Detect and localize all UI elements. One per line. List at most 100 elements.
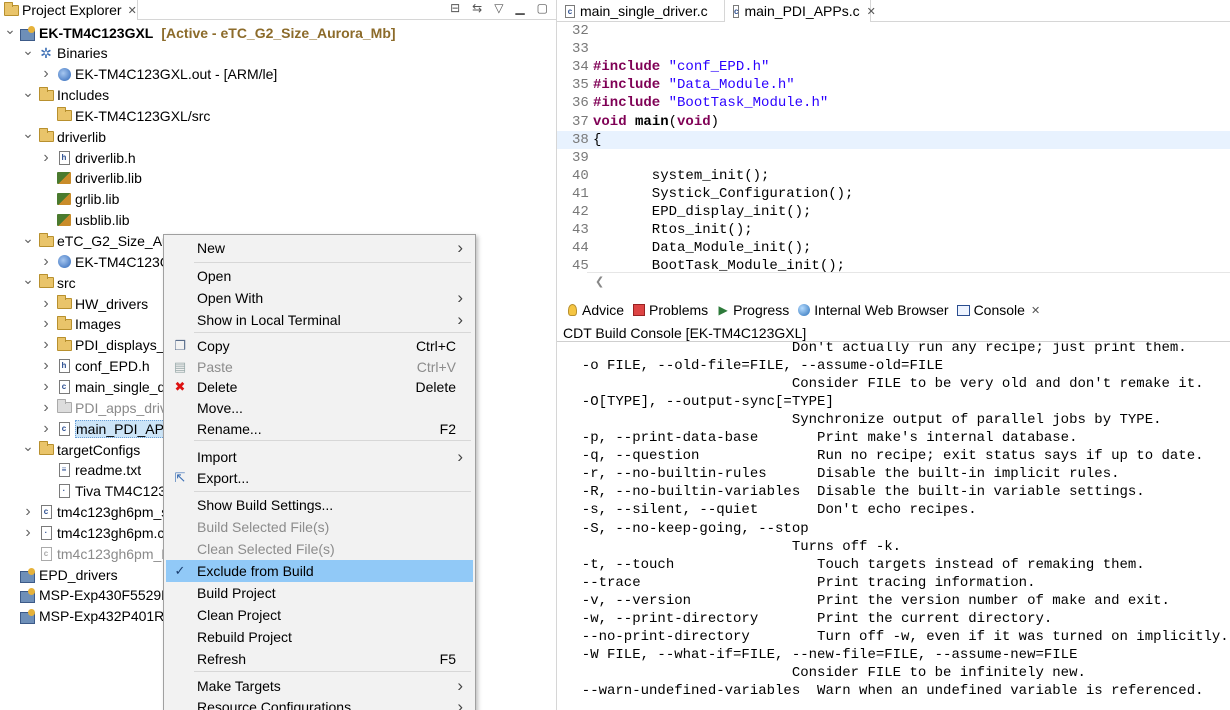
chevron-down-icon[interactable]: ⌄ — [22, 269, 34, 290]
tree-item[interactable]: › EK-TM4C123GXL.out - [ARM/le] — [40, 64, 277, 85]
menu-item-delete[interactable]: ✖ Delete Delete — [166, 376, 473, 398]
tree-item[interactable]: MSP-Exp430F5529LP — [4, 585, 178, 606]
tree-item[interactable]: › EK-TM4C123G — [40, 251, 170, 272]
chevron-right-icon[interactable]: › — [22, 502, 34, 523]
gear-glyph: ✲ — [40, 44, 52, 61]
menu-item-refresh[interactable]: Refresh F5 — [166, 648, 473, 670]
tree-item[interactable]: › Images — [40, 314, 121, 335]
chevron-right-icon[interactable]: › — [40, 418, 52, 439]
maximize-icon[interactable]: ▢ — [537, 1, 548, 15]
menu-item-make-targets[interactable]: Make Targets › — [166, 675, 473, 697]
chevron-right-icon[interactable]: › — [40, 356, 52, 377]
chevron-right-icon[interactable]: › — [40, 293, 52, 314]
tree-item[interactable]: usblib.lib — [40, 210, 129, 231]
menu-separator — [194, 332, 471, 333]
menu-item-open[interactable]: Open — [166, 265, 473, 287]
tab-internal-web-browser[interactable]: Internal Web Browser — [797, 302, 949, 318]
code-line: 37 void main(void) — [557, 113, 1230, 131]
menu-item-open-with[interactable]: Open With › — [166, 287, 473, 309]
console-output[interactable]: Don't actually run any recipe; just prin… — [557, 342, 1230, 710]
tab-main-single-driver[interactable]: c main_single_driver.c — [557, 0, 725, 22]
code-line: 44 Data_Module_init(); — [557, 239, 1230, 257]
chevron-right-icon[interactable]: › — [40, 251, 52, 272]
tree-item[interactable]: EK-TM4C123GXL/src — [40, 105, 210, 126]
tree-item[interactable]: c tm4c123gh6pm_D — [22, 543, 171, 564]
tree-item[interactable]: ⌄ targetConfigs — [22, 436, 140, 460]
icon-glyph — [957, 304, 971, 316]
menu-item-copy[interactable]: ❐ Copy Ctrl+C — [166, 335, 473, 357]
close-icon[interactable]: ✕ — [867, 5, 876, 18]
close-icon[interactable]: ✕ — [1031, 304, 1040, 317]
chevron-down-icon[interactable]: ⌄ — [22, 436, 34, 457]
tree-item[interactable]: ⌄ EK-TM4C123GXL [Active - eTC_G2_Size_Auro… — [4, 19, 396, 43]
horizontal-scrollbar[interactable]: ❮ — [587, 272, 1230, 290]
menu-item-exclude-from-build[interactable]: ✓ Exclude from Build — [166, 560, 473, 582]
tree-item[interactable]: MSP-Exp432P401R — [4, 606, 164, 627]
tree-item[interactable]: driverlib.lib — [40, 168, 142, 189]
chevron-right-icon[interactable]: › — [40, 335, 52, 356]
tree-item[interactable]: ⌄ eTC_G2_Size_Auro — [22, 228, 182, 252]
chevron-down-icon[interactable]: ⌄ — [22, 228, 34, 249]
link-with-editor-icon[interactable]: ⇆ — [472, 1, 482, 15]
chevron-right-icon[interactable]: › — [40, 376, 52, 397]
folder-glyph — [38, 86, 54, 101]
collapse-all-icon[interactable]: ⊟ — [450, 1, 460, 15]
chevron-right-icon[interactable]: › — [40, 314, 52, 335]
tree-item[interactable]: ≡ readme.txt — [40, 460, 141, 481]
tree-item[interactable]: › h conf_EPD.h — [40, 356, 149, 377]
chevron-down-icon[interactable]: ⌄ — [22, 40, 34, 61]
tab-main-pdi-apps[interactable]: c main_PDI_APPs.c ✕ — [725, 0, 876, 22]
menu-item-shortcut: F2 — [439, 421, 456, 437]
chevron-right-icon[interactable]: › — [40, 397, 52, 418]
console-line: -o FILE, --old-file=FILE, --assume-old=F… — [565, 358, 944, 375]
menu-item-label: Make Targets — [197, 678, 281, 694]
chevron-right-icon[interactable]: › — [40, 64, 52, 85]
tree-item[interactable]: ⌄ Includes — [22, 82, 109, 106]
tab-problems[interactable]: Problems — [632, 302, 708, 318]
tab-progress[interactable]: ▶ Progress — [716, 302, 790, 318]
tree-item[interactable]: › PDI_apps_drive — [40, 397, 174, 418]
code-token: ( — [668, 113, 678, 130]
chevron-down-icon[interactable]: ⌄ — [22, 82, 34, 103]
code-area[interactable]: 32 33 34 #include "conf_EPD.h" 35 #include "D… — [557, 22, 1230, 274]
scroll-left-icon[interactable]: ❮ — [595, 276, 604, 288]
tab-advice[interactable]: Advice — [565, 302, 624, 318]
menu-item-import[interactable]: Import › — [166, 446, 473, 468]
tree-item[interactable]: › · tm4c123gh6pm.cr — [22, 522, 169, 543]
menu-item-show-in-local-terminal[interactable]: Show in Local Terminal › — [166, 309, 473, 331]
tree-item[interactable]: ⌄ src — [22, 269, 76, 293]
menu-item-new[interactable]: New › — [166, 237, 473, 259]
tree-item[interactable]: EPD_drivers — [4, 564, 118, 585]
menu-item-rebuild-project[interactable]: Rebuild Project — [166, 626, 473, 648]
menu-item-move[interactable]: Move... — [166, 397, 473, 419]
view-menu-icon[interactable]: ▽ — [494, 1, 503, 15]
bottom-tabbar: Advice Problems ▶ Progress Internal Web Brow… — [557, 298, 1230, 322]
tree-item[interactable]: › PDI_displays_dr — [40, 335, 177, 356]
menu-item-build-project[interactable]: Build Project — [166, 582, 473, 604]
chevron-down-icon[interactable]: ⌄ — [22, 123, 34, 144]
menu-item-show-build-settings[interactable]: Show Build Settings... — [166, 494, 473, 516]
tree-item[interactable]: › c main_PDI_APPs — [40, 418, 182, 439]
tab-project-explorer[interactable]: Project Explorer ✕ — [0, 0, 138, 20]
tree-item[interactable]: › h driverlib.h — [40, 147, 135, 168]
tree-item[interactable]: · Tiva TM4C123G — [40, 481, 177, 502]
tree-item[interactable]: ⌄ driverlib — [22, 123, 106, 147]
chevron-right-icon[interactable]: › — [22, 522, 34, 543]
minimize-icon[interactable]: ▁ — [515, 1, 524, 15]
line-number: 33 — [572, 41, 589, 58]
menu-item-resource-configurations[interactable]: Resource Configurations › — [166, 696, 473, 710]
chevron-down-icon[interactable]: ⌄ — [4, 19, 16, 40]
menu-item-clean-project[interactable]: Clean Project — [166, 604, 473, 626]
chevron-right-icon[interactable]: › — [40, 147, 52, 168]
menu-item-export[interactable]: ⇱ Export... — [166, 467, 473, 489]
tree-item[interactable]: › HW_drivers — [40, 293, 148, 314]
console-line: -r, --no-builtin-rules Disable the built… — [565, 466, 1120, 483]
tree-item[interactable]: grlib.lib — [40, 189, 119, 210]
close-icon[interactable]: ✕ — [128, 4, 137, 17]
tab-console[interactable]: Console ✕ — [957, 302, 1040, 318]
tree-item[interactable]: ⌄ ✲ Binaries — [22, 40, 107, 64]
tree-item[interactable]: › c tm4c123gh6pm_st — [22, 502, 172, 523]
menu-item-rename[interactable]: Rename... F2 — [166, 418, 473, 440]
tree-item[interactable]: › c main_single_dri — [40, 376, 173, 397]
